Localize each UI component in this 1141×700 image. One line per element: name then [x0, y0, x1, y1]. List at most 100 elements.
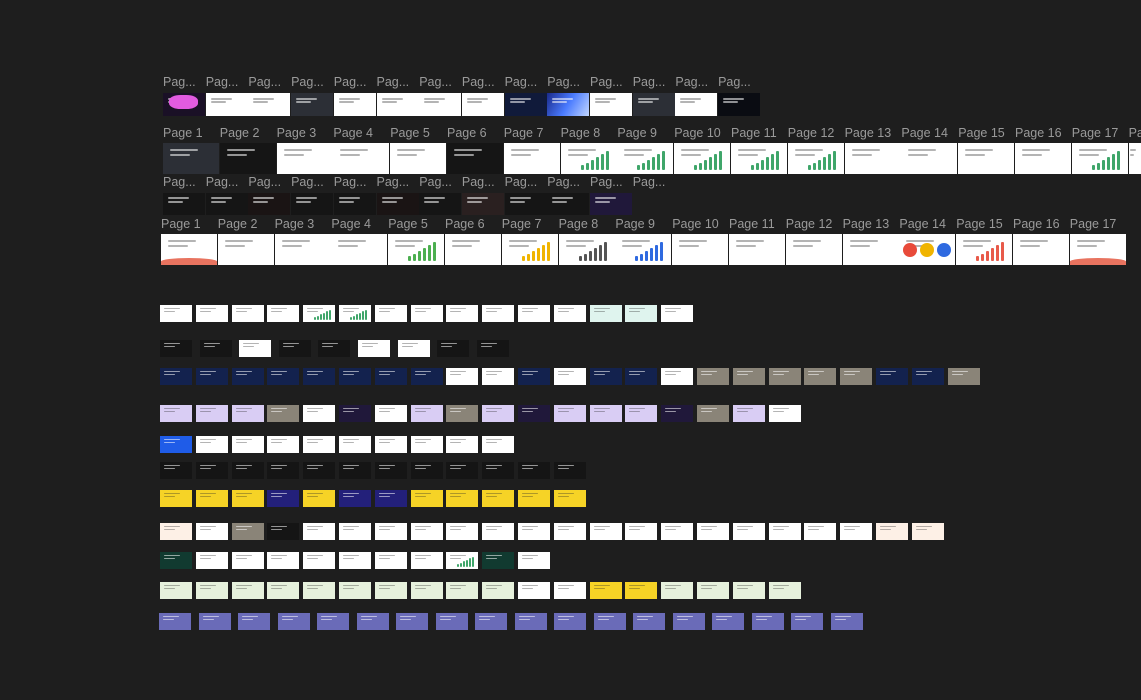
slide-thumbnail[interactable] [733, 405, 765, 422]
frame-label[interactable]: Page 1 [163, 126, 203, 140]
slide-thumbnail[interactable] [160, 582, 192, 599]
slide-thumbnail[interactable] [733, 582, 765, 599]
slide-thumbnail[interactable] [446, 552, 478, 569]
frame-thumbnail[interactable] [376, 193, 419, 215]
slide-thumbnail[interactable] [697, 368, 729, 385]
frame-thumbnail[interactable] [217, 234, 274, 265]
frame-thumbnail[interactable] [333, 93, 376, 116]
frame-label[interactable]: Pag... [633, 175, 666, 189]
slide-thumbnail[interactable] [518, 305, 550, 322]
slide-thumbnail[interactable] [804, 523, 836, 540]
frame-label[interactable]: Page 12 [788, 126, 835, 140]
slide-thumbnail[interactable] [339, 368, 371, 385]
slide-thumbnail[interactable] [661, 405, 693, 422]
slide-thumbnail[interactable] [160, 462, 192, 479]
slide-thumbnail[interactable] [375, 490, 407, 507]
frame-label[interactable]: Page 13 [843, 217, 890, 231]
slide-thumbnail[interactable] [196, 368, 228, 385]
frame-label[interactable]: Pag... [419, 75, 452, 89]
slide-thumbnail[interactable] [411, 582, 443, 599]
slide-thumbnail[interactable] [518, 582, 550, 599]
frame-label[interactable]: Page 10 [674, 126, 721, 140]
frame-thumbnail[interactable] [958, 143, 1015, 174]
slide-thumbnail[interactable] [590, 405, 622, 422]
frame-label[interactable]: Page 16 [1015, 126, 1062, 140]
slide-thumbnail[interactable] [831, 613, 863, 630]
slide-thumbnail[interactable] [303, 462, 335, 479]
frame-thumbnail[interactable] [674, 143, 731, 174]
frame-label[interactable]: Pag... [590, 175, 623, 189]
frame-thumbnail[interactable] [787, 143, 844, 174]
frame-label[interactable]: Pag... [419, 175, 452, 189]
frame-thumbnail[interactable] [956, 234, 1013, 265]
frame-label[interactable]: Page 16 [1013, 217, 1060, 231]
slide-thumbnail[interactable] [876, 368, 908, 385]
slide-thumbnail[interactable] [398, 340, 430, 357]
slide-thumbnail[interactable] [482, 523, 514, 540]
slide-thumbnail[interactable] [411, 523, 443, 540]
slide-thumbnail[interactable] [733, 523, 765, 540]
frame-label[interactable]: Page 6 [447, 126, 487, 140]
slide-thumbnail[interactable] [446, 582, 478, 599]
slide-thumbnail[interactable] [554, 613, 586, 630]
frame-label[interactable]: Page 3 [277, 126, 317, 140]
slide-thumbnail[interactable] [446, 305, 478, 322]
slide-thumbnail[interactable] [159, 613, 191, 630]
frame-label[interactable]: Pag... [633, 75, 666, 89]
frame-thumbnail[interactable] [1069, 234, 1126, 265]
frame-label[interactable]: Pag... [377, 75, 410, 89]
slide-thumbnail[interactable] [357, 613, 389, 630]
slide-thumbnail[interactable] [411, 405, 443, 422]
frame-label[interactable]: Page 7 [502, 217, 542, 231]
frame-thumbnail[interactable] [1128, 143, 1141, 174]
slide-thumbnail[interactable] [339, 436, 371, 453]
slide-thumbnail[interactable] [446, 405, 478, 422]
slide-thumbnail[interactable] [475, 613, 507, 630]
slide-thumbnail[interactable] [769, 523, 801, 540]
frame-label[interactable]: Pag... [377, 175, 410, 189]
frame-thumbnail[interactable] [163, 143, 219, 174]
slide-thumbnail[interactable] [232, 368, 264, 385]
frame-thumbnail[interactable] [1013, 234, 1069, 265]
frame-thumbnail[interactable] [388, 234, 445, 265]
frame-label[interactable]: Pa [1129, 126, 1141, 140]
frame-thumbnail[interactable] [274, 234, 331, 265]
slide-thumbnail[interactable] [840, 368, 872, 385]
frame-label[interactable]: Page 14 [899, 217, 946, 231]
slide-thumbnail[interactable] [482, 582, 514, 599]
frame-label[interactable]: Page 3 [275, 217, 315, 231]
slide-thumbnail[interactable] [554, 405, 586, 422]
slide-thumbnail[interactable] [697, 405, 729, 422]
frame-label[interactable]: Pag... [206, 75, 239, 89]
slide-thumbnail[interactable] [339, 405, 371, 422]
frame-label[interactable]: Pag... [334, 175, 367, 189]
slide-thumbnail[interactable] [625, 582, 657, 599]
slide-thumbnail[interactable] [554, 462, 586, 479]
frame-label[interactable]: Pag... [291, 175, 324, 189]
slide-thumbnail[interactable] [590, 582, 622, 599]
slide-thumbnail[interactable] [625, 368, 657, 385]
slide-thumbnail[interactable] [267, 490, 299, 507]
frame-label[interactable]: Page 7 [504, 126, 544, 140]
slide-thumbnail[interactable] [358, 340, 390, 357]
frame-label[interactable]: Pag... [163, 175, 196, 189]
slide-thumbnail[interactable] [791, 613, 823, 630]
frame-thumbnail[interactable] [501, 234, 558, 265]
slide-thumbnail[interactable] [396, 613, 428, 630]
frame-label[interactable]: Page 8 [559, 217, 599, 231]
slide-thumbnail[interactable] [554, 368, 586, 385]
frame-thumbnail[interactable] [672, 234, 729, 265]
frame-thumbnail[interactable] [547, 193, 590, 215]
frame-label[interactable]: Page 11 [729, 217, 775, 231]
slide-thumbnail[interactable] [267, 523, 299, 540]
frame-label[interactable]: Pag... [334, 75, 367, 89]
slide-thumbnail[interactable] [482, 368, 514, 385]
slide-thumbnail[interactable] [339, 523, 371, 540]
frame-label[interactable]: Pag... [206, 175, 239, 189]
slide-thumbnail[interactable] [590, 523, 622, 540]
frame-thumbnail[interactable] [163, 193, 205, 215]
slide-thumbnail[interactable] [303, 523, 335, 540]
slide-thumbnail[interactable] [661, 305, 693, 322]
slide-thumbnail[interactable] [375, 523, 407, 540]
slide-thumbnail[interactable] [303, 368, 335, 385]
